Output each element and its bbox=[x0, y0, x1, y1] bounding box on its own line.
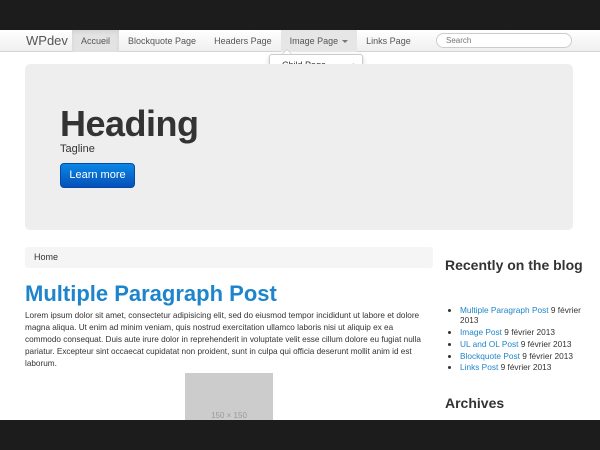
brand-link[interactable]: WPdev bbox=[26, 33, 68, 48]
recent-post-link[interactable]: Image Post bbox=[460, 327, 502, 337]
list-item: Blockquote Post 9 février 2013 bbox=[460, 351, 582, 361]
hero-tagline: Tagline bbox=[60, 143, 95, 155]
list-item: Image Post 9 février 2013 bbox=[460, 327, 582, 337]
recent-post-date: 9 février 2013 bbox=[520, 338, 572, 349]
placeholder-image-label: 150 × 150 bbox=[211, 411, 247, 420]
recent-post-date: 9 février 2013 bbox=[522, 350, 574, 361]
nav-item-accueil[interactable]: Accueil bbox=[72, 30, 120, 52]
learn-more-button[interactable]: Learn more bbox=[60, 163, 135, 188]
nav-item-headers-page[interactable]: Headers Page bbox=[205, 30, 281, 52]
hero-heading: Heading bbox=[60, 103, 199, 144]
nav-item-links-page[interactable]: Links Page bbox=[357, 30, 420, 52]
nav-item-image-page-label: Image Page bbox=[289, 36, 339, 46]
post-body: Lorem ipsum dolor sit amet, consectetur … bbox=[25, 311, 421, 368]
caret-down-icon bbox=[342, 40, 349, 44]
recent-post-date: 9 février 2013 bbox=[500, 362, 552, 373]
search-input[interactable] bbox=[436, 33, 572, 48]
page: WPdev Accueil Blockquote Page Headers Pa… bbox=[0, 30, 600, 420]
nav-item-image-page[interactable]: Image Page bbox=[280, 30, 358, 52]
list-item: Links Post 9 février 2013 bbox=[460, 362, 582, 372]
breadcrumb-home[interactable]: Home bbox=[34, 252, 58, 262]
top-letterbox bbox=[0, 0, 600, 30]
navbar: WPdev Accueil Blockquote Page Headers Pa… bbox=[0, 30, 600, 52]
nav-menu: Accueil Blockquote Page Headers Page Ima… bbox=[72, 30, 420, 52]
archives-title: Archives bbox=[445, 395, 505, 411]
recent-post-link[interactable]: Blockquote Post bbox=[460, 351, 520, 361]
bottom-letterbox bbox=[0, 420, 600, 450]
list-item: UL and OL Post 9 février 2013 bbox=[460, 339, 582, 349]
recent-post-date: 9 février 2013 bbox=[504, 327, 556, 337]
recent-post-link[interactable]: Links Post bbox=[460, 362, 498, 372]
nav-item-blockquote-page[interactable]: Blockquote Page bbox=[119, 30, 205, 52]
recent-posts-title: Recently on the blog bbox=[445, 257, 583, 273]
post-title[interactable]: Multiple Paragraph Post bbox=[25, 280, 277, 308]
recent-posts-list: Multiple Paragraph Post 9 février 2013 I… bbox=[460, 305, 582, 374]
list-item: Multiple Paragraph Post 9 février 2013 bbox=[460, 305, 582, 325]
recent-post-link[interactable]: Multiple Paragraph Post bbox=[460, 305, 549, 315]
placeholder-image: 150 × 150 bbox=[185, 373, 273, 420]
breadcrumb: Home bbox=[25, 247, 433, 268]
hero-unit: Heading Tagline Learn more bbox=[25, 64, 573, 230]
recent-post-link[interactable]: UL and OL Post bbox=[460, 339, 518, 349]
